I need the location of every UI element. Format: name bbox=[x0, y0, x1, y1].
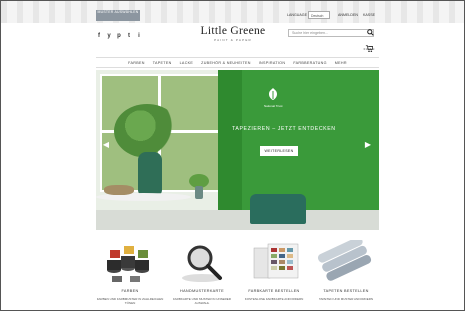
cart-icon[interactable] bbox=[365, 39, 374, 52]
small-plant-image bbox=[188, 172, 210, 200]
nav-item-zubehoer[interactable]: ZUBEHÖR & NEUHEITEN bbox=[201, 61, 251, 65]
top-banner bbox=[1, 1, 464, 23]
nav-item-mehr[interactable]: MEHR bbox=[335, 61, 347, 65]
category-desc: FARBEN UND FARBMUSTER IN ZAHLREICHEN TÖN… bbox=[96, 297, 164, 305]
twitter-icon[interactable]: y bbox=[106, 33, 112, 39]
tumblr-icon[interactable]: t bbox=[126, 33, 132, 39]
cart-count: 0 Artikel bbox=[363, 47, 375, 51]
nav-item-tapeten[interactable]: TAPETEN bbox=[153, 61, 172, 65]
search-icon[interactable] bbox=[366, 29, 374, 37]
national-trust-logo bbox=[266, 87, 280, 101]
plant-image bbox=[114, 104, 180, 158]
checkout-link[interactable]: KASSE bbox=[363, 13, 375, 17]
chevron-right-icon[interactable]: ▶ bbox=[364, 140, 372, 150]
category-label: FARBEN bbox=[121, 289, 139, 293]
vase-image bbox=[138, 152, 162, 196]
brand-name: Little Greene bbox=[200, 25, 266, 37]
category-label: FARBKARTE BESTELLEN bbox=[248, 289, 300, 293]
category-desc: FARBKARTE UND MUSTER IN UNSERER AUSWAHL bbox=[173, 297, 231, 305]
category-label: HANDMUSTERKARTE bbox=[180, 289, 224, 293]
paint-tins-image bbox=[100, 240, 160, 284]
partner-text: National Trust bbox=[264, 104, 283, 108]
brand-logo[interactable]: Little Greene PAINT & PAPER bbox=[197, 25, 269, 42]
door-frame bbox=[218, 70, 242, 230]
color-card-image bbox=[244, 240, 304, 284]
category-label: TAPETEN BESTELLEN bbox=[323, 289, 369, 293]
brand-tagline: PAINT & PAPER bbox=[214, 38, 252, 42]
promo-button[interactable]: MUSTER AUSWÄHLEN bbox=[96, 10, 140, 21]
magnifier-image bbox=[172, 240, 232, 284]
account-link[interactable]: ANMELDEN bbox=[338, 13, 358, 17]
language-label: LANGUAGE bbox=[287, 13, 307, 17]
nav-item-inspiration[interactable]: INSPIRATION bbox=[259, 61, 286, 65]
wallpaper-rolls-image bbox=[316, 236, 376, 284]
main-nav: FARBEN TAPETEN LACKE ZUBEHÖR & NEUHEITEN… bbox=[96, 57, 379, 68]
language-select[interactable]: Deutsch bbox=[308, 11, 330, 19]
hero-cta-button[interactable]: WEITERLESEN bbox=[260, 146, 298, 156]
search-input[interactable]: Suche hier eingeben... bbox=[288, 29, 374, 37]
hero-banner[interactable]: National Trust TAPEZIEREN – JETZT ENTDEC… bbox=[96, 70, 379, 230]
social-links: f y p t i bbox=[96, 33, 142, 39]
category-desc: TAPETEN UND MUSTER ANFORDERN bbox=[318, 297, 374, 301]
facebook-icon[interactable]: f bbox=[96, 33, 102, 39]
hero-headline: TAPEZIEREN – JETZT ENTDECKEN bbox=[232, 126, 336, 132]
category-desc: KOSTENLOSE FARBKARTE ANFORDERN bbox=[244, 297, 304, 301]
chair-image bbox=[250, 194, 306, 224]
nav-item-farbberatung[interactable]: FARBBERATUNG bbox=[293, 61, 326, 65]
nav-item-lacke[interactable]: LACKE bbox=[180, 61, 194, 65]
bowl-image bbox=[104, 185, 134, 195]
nav-item-farben[interactable]: FARBEN bbox=[128, 61, 145, 65]
chevron-left-icon[interactable]: ◀ bbox=[102, 140, 110, 150]
instagram-icon[interactable]: i bbox=[136, 33, 142, 39]
category-row: FARBEN FARBEN UND FARBMUSTER IN ZAHLREIC… bbox=[96, 236, 379, 310]
floor bbox=[96, 210, 379, 230]
pinterest-icon[interactable]: p bbox=[116, 33, 122, 39]
